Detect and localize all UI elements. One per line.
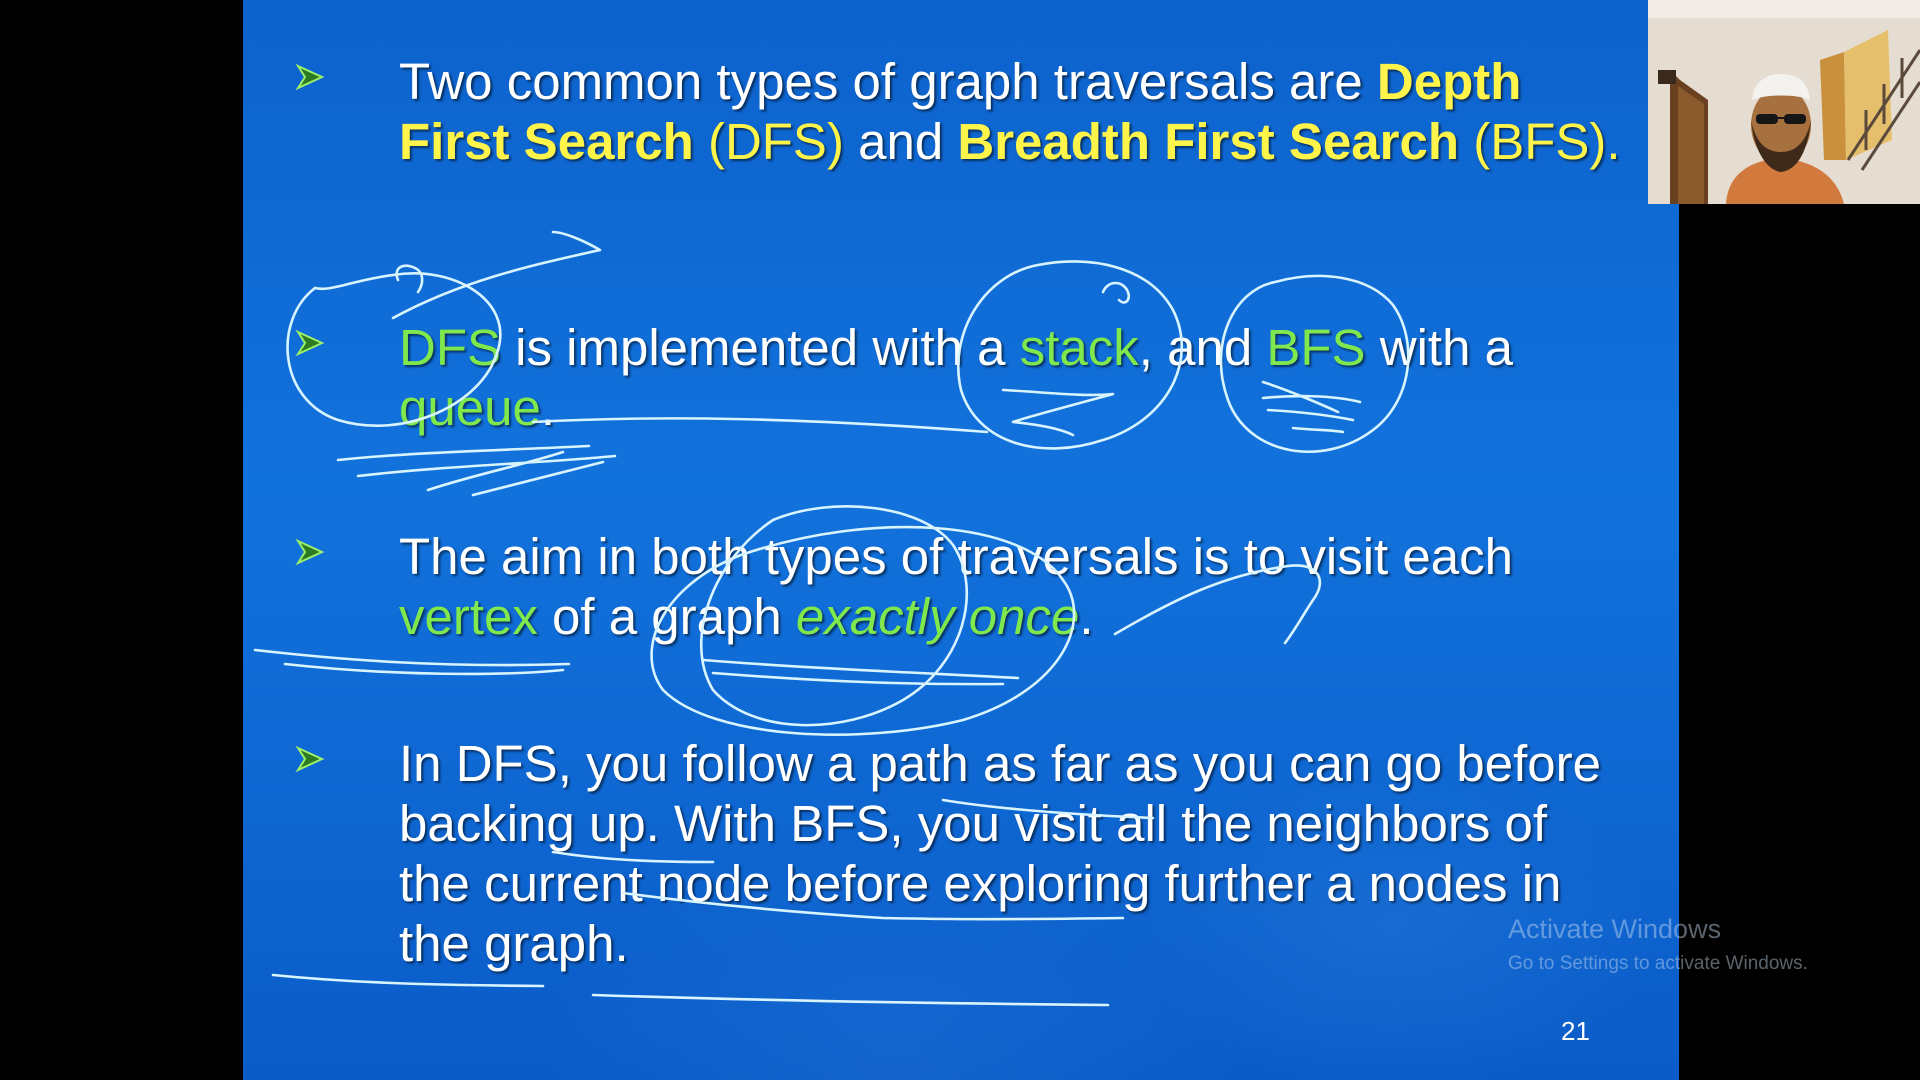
bullet-text: Two common types of graph traversals are… [399, 52, 1629, 172]
bullet-text: In DFS, you follow a path as far as you … [399, 734, 1629, 974]
bullet-text-segment: In DFS, you follow a path as far as you … [399, 735, 1602, 972]
bullet-text-segment: The aim in both types of traversals is t… [399, 528, 1513, 585]
bullet-text-segment: is implemented with a [501, 319, 1020, 376]
bullet-text-segment: of a graph [537, 588, 796, 645]
watermark-title: Activate Windows [1508, 914, 1722, 944]
annotation-loop [1101, 281, 1131, 304]
slide-page-number: 21 [1561, 1016, 1590, 1046]
annotation-underline-queue [336, 444, 617, 497]
bullet-text-segment: (BFS). [1459, 113, 1621, 170]
arrow-bullet-icon [295, 329, 325, 357]
bullet-text-segment: . [540, 379, 555, 436]
arrow-bullet-icon [295, 745, 325, 773]
presenter-webcam [1648, 0, 1920, 204]
bullet-text-segment: Breadth First Search [957, 113, 1460, 170]
arrow-bullet-icon [295, 63, 325, 91]
annotation-loop [395, 264, 424, 294]
presentation-slide: Two common types of graph traversals are… [243, 0, 1679, 1080]
annotation-swoosh [391, 230, 602, 320]
bullet-text-segment: with a [1365, 319, 1513, 376]
presenter-video-icon [1648, 0, 1920, 204]
bullet-text-segment: vertex [399, 588, 538, 645]
bullet-text: The aim in both types of traversals is t… [399, 527, 1629, 647]
left-letterbox [0, 0, 243, 1080]
bullet-text-segment: . [1079, 588, 1094, 645]
bullet-text: DFS is implemented with a stack, and BFS… [399, 318, 1629, 438]
bullet-text-segment: exactly once [795, 588, 1080, 645]
bullet-text-segment: queue [399, 379, 541, 436]
bullet-text-segment: stack [1019, 319, 1139, 376]
annotation-underline-exactly [701, 658, 1020, 686]
bullet-text-segment: BFS [1266, 319, 1366, 376]
bullet-text-segment: Two common types of graph traversals are [399, 53, 1377, 110]
arrow-bullet-icon [295, 538, 325, 566]
bullet-text-segment: DFS [399, 319, 501, 376]
bullet-text-segment: (DFS) [693, 113, 844, 170]
annotation-underline-graph [591, 993, 1110, 1007]
bullet-text-segment: and [843, 113, 958, 170]
watermark-subtitle: Go to Settings to activate Windows. [1508, 953, 1808, 974]
annotation-underline-vertex [253, 648, 571, 676]
annotation-underline-further [271, 973, 545, 988]
windows-activation-watermark: Activate Windows Go to Settings to activ… [1508, 914, 1808, 975]
bullet-text-segment: , and [1138, 319, 1267, 376]
